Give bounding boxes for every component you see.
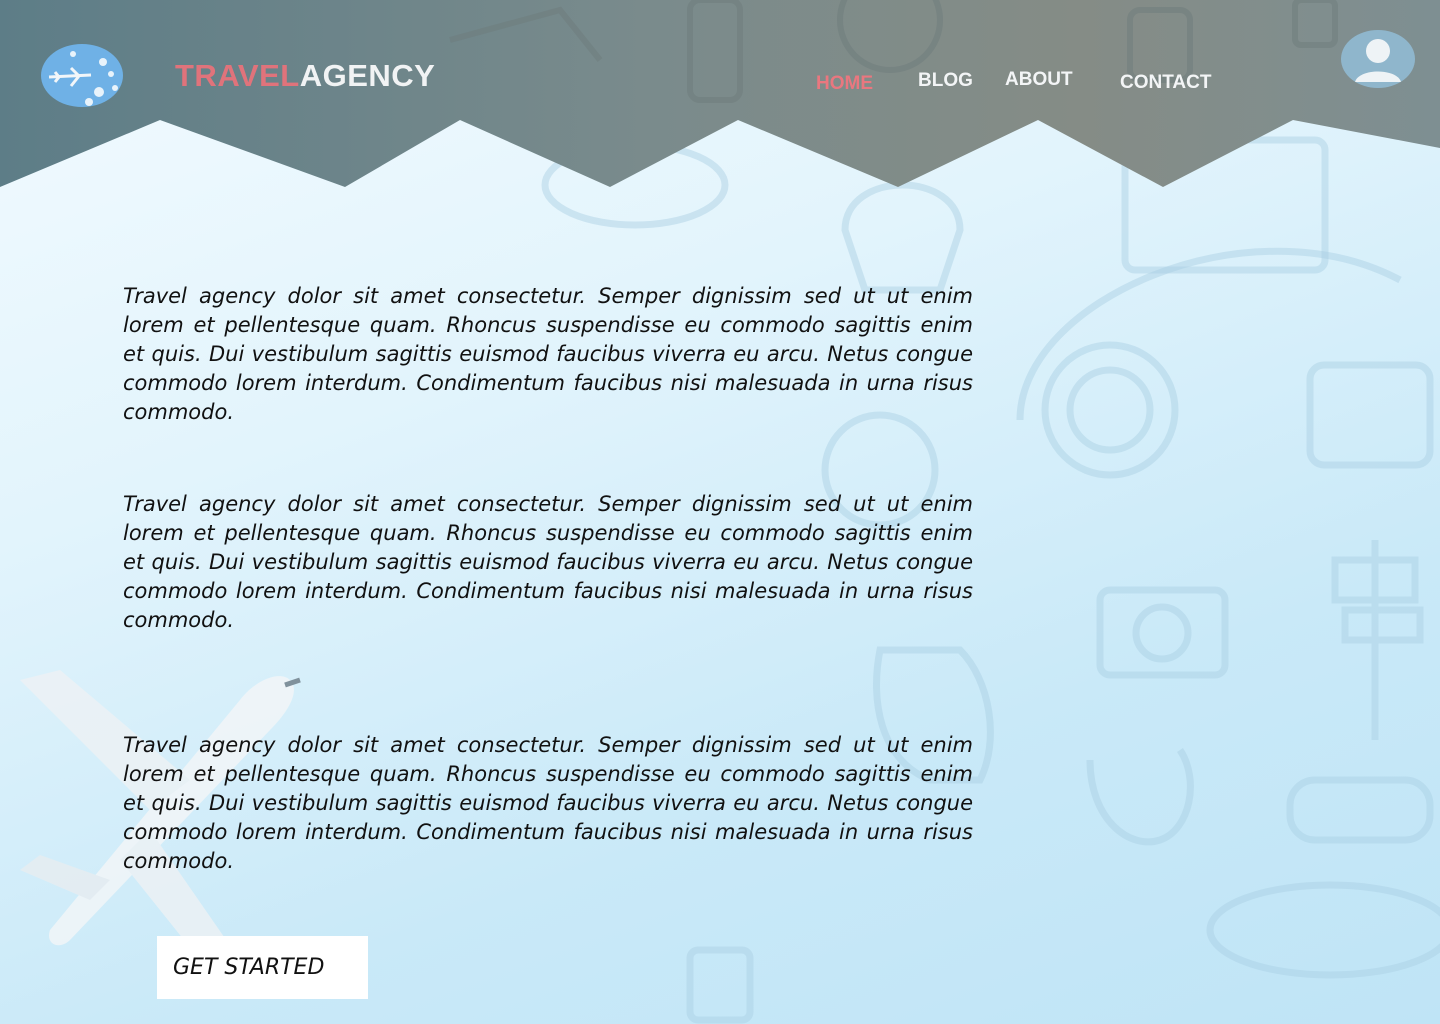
user-avatar-icon[interactable]	[1341, 30, 1415, 88]
airplane-globe-icon[interactable]	[41, 44, 123, 107]
header-zigzag-band	[0, 0, 1440, 187]
get-started-button[interactable]: GET STARTED	[157, 936, 368, 999]
nav-contact[interactable]: CONTACT	[1120, 72, 1211, 94]
brand-part-travel: TRAVEL	[175, 58, 300, 93]
intro-paragraph-3: Travel agency dolor sit amet consectetur…	[123, 733, 973, 873]
brand-logo-text[interactable]: TRAVELAGENCY	[175, 58, 435, 94]
intro-paragraph-2: Travel agency dolor sit amet consectetur…	[123, 492, 973, 632]
intro-paragraph-1: Travel agency dolor sit amet consectetur…	[123, 284, 973, 424]
nav-about[interactable]: ABOUT	[1005, 69, 1073, 91]
nav-blog[interactable]: BLOG	[918, 70, 973, 92]
brand-part-agency: AGENCY	[299, 58, 436, 93]
nav-home[interactable]: HOME	[816, 73, 873, 95]
